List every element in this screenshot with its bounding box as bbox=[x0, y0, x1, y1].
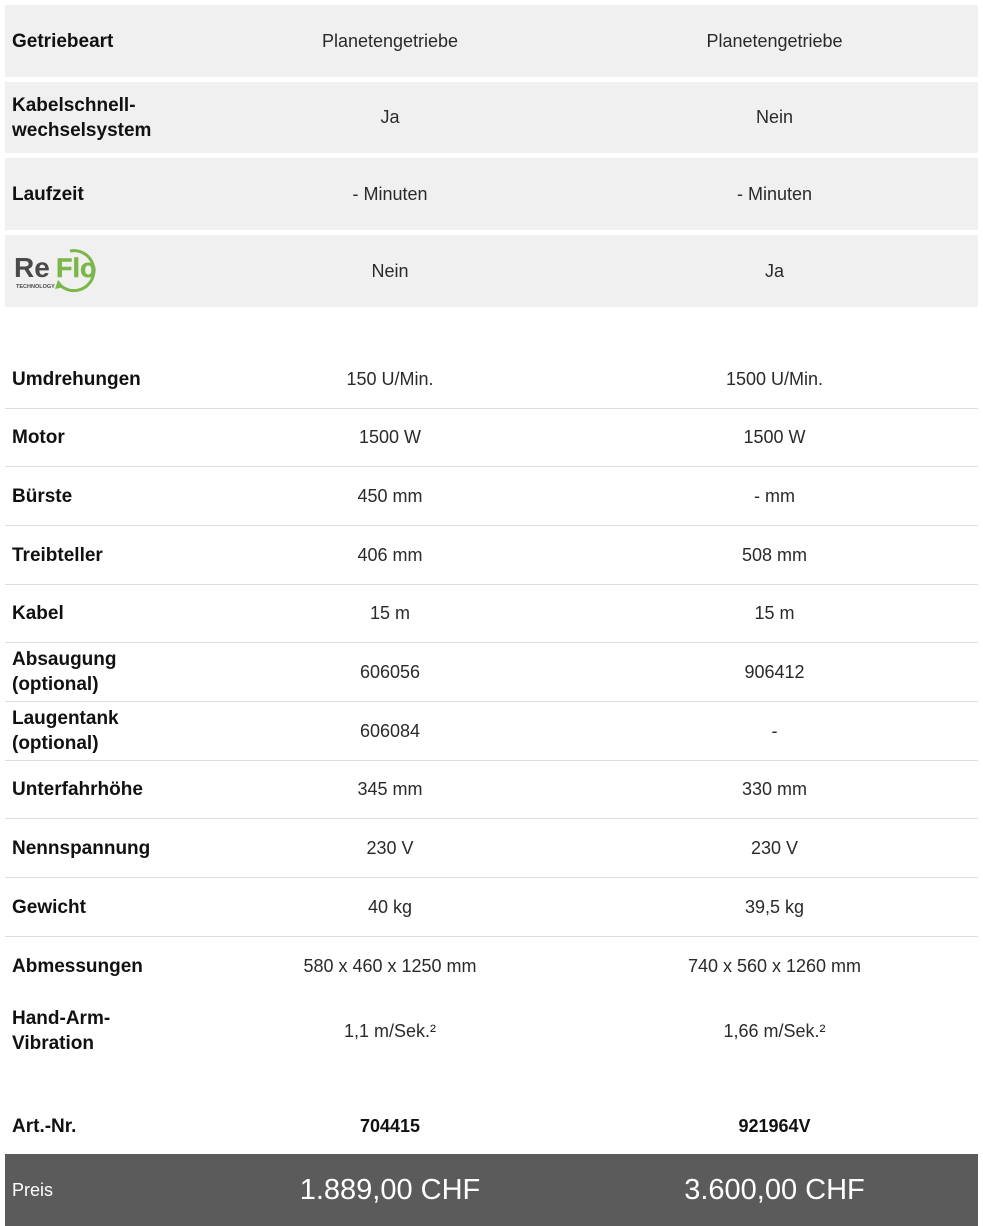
row-label: Art.-Nr. bbox=[12, 1115, 77, 1137]
value-col2: 906412 bbox=[744, 661, 805, 682]
row-label: Gewicht bbox=[12, 896, 86, 918]
spec-row-umdrehungen: Umdrehungen 150 U/Min. 1500 U/Min. bbox=[5, 350, 978, 409]
feature-row-laufzeit: Laufzeit - Minuten - Minuten bbox=[5, 158, 978, 230]
reflo-logo: Re Flo TECHNOLOGY bbox=[12, 243, 122, 293]
value-col1: 606084 bbox=[359, 720, 421, 741]
value-col2: - Minuten bbox=[736, 183, 813, 204]
value-col1: 406 mm bbox=[357, 544, 423, 565]
spec-row-unterfahrhoehe: Unterfahrhöhe 345 mm 330 mm bbox=[5, 761, 978, 819]
row-label: Absaugung (optional) bbox=[12, 649, 117, 695]
value-col2: 39,5 kg bbox=[744, 896, 805, 917]
article-number-row: Art.-Nr. 704415 921964V bbox=[5, 1102, 978, 1150]
value-col1: Ja bbox=[380, 107, 400, 127]
value-col1: 580 x 460 x 1250 mm bbox=[303, 955, 477, 976]
row-label: Kabelschnell- wechselsystem bbox=[12, 94, 152, 141]
row-label: Bürste bbox=[12, 485, 73, 507]
value-col2: Nein bbox=[755, 107, 794, 127]
row-label: Kabel bbox=[12, 603, 64, 624]
value-col2: - bbox=[771, 720, 778, 741]
feature-row-reflo: Re Flo TECHNOLOGY Nein Ja bbox=[5, 235, 978, 307]
row-label: Hand-Arm- Vibration bbox=[12, 1008, 111, 1054]
spec-row-gewicht: Gewicht 40 kg 39,5 kg bbox=[5, 878, 978, 937]
value-col1: 15 m bbox=[369, 603, 411, 623]
value-col2: Planetengetriebe bbox=[706, 30, 843, 51]
svg-text:Flo: Flo bbox=[56, 253, 97, 283]
price-col1: 1.889,00 CHF bbox=[299, 1173, 481, 1206]
value-col1: 150 U/Min. bbox=[346, 368, 434, 389]
price-row: Preis 1.889,00 CHF 3.600,00 CHF bbox=[5, 1154, 978, 1226]
value-col1: 1,1 m/Sek.² bbox=[343, 1020, 437, 1041]
price-col2: 3.600,00 CHF bbox=[684, 1173, 865, 1206]
value-col2: 1500 U/Min. bbox=[725, 368, 824, 389]
value-col2: 1,66 m/Sek.² bbox=[723, 1020, 826, 1041]
value-col1: - Minuten bbox=[352, 183, 428, 204]
row-label: Re Flo TECHNOLOGY bbox=[5, 243, 209, 300]
value-col1: 1500 W bbox=[358, 427, 422, 447]
svg-text:TECHNOLOGY: TECHNOLOGY bbox=[16, 284, 55, 290]
value-col1: 40 kg bbox=[367, 896, 413, 917]
value-col1: 230 V bbox=[366, 837, 414, 858]
value-col2: 15 m bbox=[754, 603, 795, 623]
spec-row-buerste: Bürste 450 mm - mm bbox=[5, 467, 978, 526]
spec-row-motor: Motor 1500 W 1500 W bbox=[5, 409, 978, 467]
feature-row-kabelschnellwechselsystem: Kabelschnell- wechselsystem Ja Nein bbox=[5, 82, 978, 153]
row-label: Motor bbox=[12, 427, 65, 448]
article-number-col1: 704415 bbox=[359, 1115, 421, 1136]
value-col2: 740 x 560 x 1260 mm bbox=[687, 955, 862, 976]
row-label: Treibteller bbox=[12, 544, 103, 566]
row-label: Laugentank (optional) bbox=[12, 708, 119, 754]
article-number-col2: 921964V bbox=[738, 1115, 811, 1136]
row-label: Abmessungen bbox=[12, 955, 143, 977]
spec-row-hand-arm-vibration: Hand-Arm- Vibration 1,1 m/Sek.² 1,66 m/S… bbox=[5, 995, 978, 1067]
row-label: Laufzeit bbox=[12, 183, 84, 205]
value-col2: 330 mm bbox=[741, 779, 808, 799]
row-label: Umdrehungen bbox=[12, 368, 141, 390]
value-col1: Planetengetriebe bbox=[321, 30, 459, 51]
value-col1: 606056 bbox=[359, 661, 421, 682]
svg-text:Re: Re bbox=[14, 252, 50, 283]
value-col1: 345 mm bbox=[357, 779, 423, 799]
value-col2: 230 V bbox=[750, 837, 799, 858]
feature-row-getriebeart: Getriebeart Planetengetriebe Planetenget… bbox=[5, 5, 978, 77]
reflo-logo-graphic: Re Flo TECHNOLOGY bbox=[14, 248, 97, 292]
spec-row-treibteller: Treibteller 406 mm 508 mm bbox=[5, 526, 978, 585]
value-col2: 1500 W bbox=[743, 427, 806, 447]
spec-row-absaugung: Absaugung (optional) 606056 906412 bbox=[5, 643, 978, 702]
value-col1: Nein bbox=[371, 260, 409, 281]
value-col2: - mm bbox=[754, 485, 795, 506]
value-col1: 450 mm bbox=[357, 485, 423, 506]
row-label: Preis bbox=[12, 1179, 54, 1200]
value-col2: 508 mm bbox=[741, 544, 808, 565]
spec-row-nennspannung: Nennspannung 230 V 230 V bbox=[5, 819, 978, 878]
spec-row-abmessungen: Abmessungen 580 x 460 x 1250 mm 740 x 56… bbox=[5, 937, 978, 995]
row-label: Getriebeart bbox=[12, 30, 114, 52]
value-col2: Ja bbox=[764, 260, 784, 281]
spec-row-laugentank: Laugentank (optional) 606084 - bbox=[5, 702, 978, 761]
row-label: Unterfahrhöhe bbox=[12, 779, 143, 800]
row-label: Nennspannung bbox=[12, 837, 151, 859]
spec-row-kabel: Kabel 15 m 15 m bbox=[5, 585, 978, 643]
